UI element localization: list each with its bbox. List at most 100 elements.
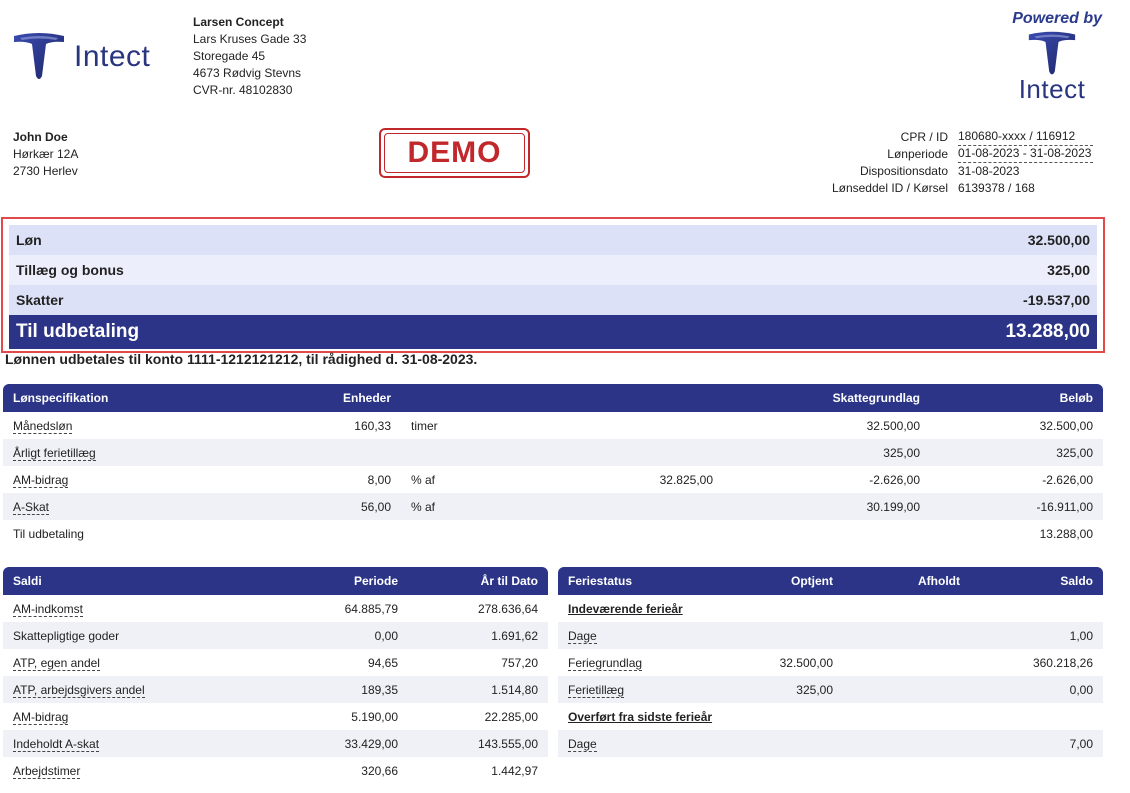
ytd-cell: 1.442,97 xyxy=(491,763,538,778)
ytd-cell: 757,20 xyxy=(501,655,538,670)
company-address-line: Storegade 45 xyxy=(193,49,266,63)
line-item-label: Til udbetaling xyxy=(13,526,84,541)
balance-item-link[interactable]: Arbejdstimer xyxy=(13,763,81,779)
employee-city: 2730 Herlev xyxy=(13,164,78,178)
basis-cell xyxy=(461,412,723,439)
table-row: ATP, arbejdsgivers andel 189,35 1.514,80 xyxy=(3,676,548,703)
col-header: Periode xyxy=(263,567,408,595)
taken-cell xyxy=(843,622,970,649)
summary-row: Tillæg og bonus 325,00 xyxy=(9,255,1097,285)
meta-row: CPR / ID 180680-xxxx / 116912 xyxy=(798,129,1093,146)
holiday-item-link[interactable]: Feriegrundlag xyxy=(568,655,643,671)
balance-item-link[interactable]: Indeholdt A-skat xyxy=(13,736,100,752)
demo-stamp-text: DEMO xyxy=(384,133,525,173)
amount-cell: -16.911,00 xyxy=(930,493,1103,520)
summary-label: Tillæg og bonus xyxy=(16,262,124,278)
powered-by-wordmark: Intect xyxy=(1018,74,1086,104)
taken-cell xyxy=(843,649,970,676)
summary-row: Skatter -19.537,00 xyxy=(9,285,1097,315)
ytd-cell: 143.555,00 xyxy=(408,730,548,757)
line-item-link[interactable]: AM-bidrag xyxy=(13,472,69,488)
company-city: 4673 Rødvig Stevns xyxy=(193,66,302,80)
unit-type-cell: % af xyxy=(411,472,436,487)
balance-cell: 0,00 xyxy=(970,676,1103,703)
intect-logo-icon xyxy=(14,33,64,79)
tax-basis-cell: 325,00 xyxy=(723,439,930,466)
intect-logo-icon xyxy=(1028,31,1076,75)
col-header: Skattegrundlag xyxy=(723,384,930,412)
unit-type-cell xyxy=(401,520,461,547)
table-row: AM-bidrag 5.190,00 22.285,00 xyxy=(3,703,548,730)
balance-cell: 7,00 xyxy=(970,730,1103,757)
company-address: Larsen Concept Lars Kruses Gade 33 Store… xyxy=(193,14,306,99)
employee-address: John Doe Hørkær 12A 2730 Herlev xyxy=(13,129,78,180)
demo-stamp: DEMO xyxy=(379,128,530,178)
meta-value-link[interactable]: 180680-xxxx / 116912 xyxy=(958,129,1093,146)
holiday-item-link[interactable]: Dage xyxy=(568,736,597,752)
table-row: AM-bidrag 8,00 % af 32.825,00 -2.626,00 … xyxy=(3,466,1103,493)
line-item-link[interactable]: Årligt ferietillæg xyxy=(13,445,96,461)
holiday-item-link[interactable]: Ferietillæg xyxy=(568,682,625,698)
amount-cell: -2.626,00 xyxy=(1042,472,1093,487)
col-header-spacer xyxy=(401,384,461,412)
balance-item-link[interactable]: ATP, arbejdsgivers andel xyxy=(13,682,145,698)
amount-cell: 325,00 xyxy=(930,439,1103,466)
period-cell: 64.885,79 xyxy=(344,601,398,616)
col-header: Enheder xyxy=(223,384,401,412)
table-row: Indeholdt A-skat 33.429,00 143.555,00 xyxy=(3,730,548,757)
period-cell: 320,66 xyxy=(361,763,398,778)
table-row: ATP, egen andel 94,65 757,20 xyxy=(3,649,548,676)
meta-row: Dispositionsdato 31-08-2023 xyxy=(798,163,1093,180)
units-cell: 8,00 xyxy=(367,472,391,487)
company-address-line: Lars Kruses Gade 33 xyxy=(193,32,307,46)
line-item-link[interactable]: Månedsløn xyxy=(13,418,73,434)
col-header: Afholdt xyxy=(843,567,970,595)
logo-wordmark: Intect xyxy=(74,40,151,73)
unit-type-cell: % af xyxy=(401,493,461,520)
summary-value: 325,00 xyxy=(1047,262,1090,278)
summary-label: Skatter xyxy=(16,292,64,308)
taken-cell xyxy=(843,676,970,703)
line-item-link[interactable]: A-Skat xyxy=(13,499,50,515)
col-header-spacer xyxy=(461,384,723,412)
units-cell xyxy=(223,520,401,547)
meta-value-link[interactable]: 01-08-2023 - 31-08-2023 xyxy=(958,146,1093,163)
meta-value: 6139378 / 168 xyxy=(958,181,1035,195)
intect-logo: Intect xyxy=(12,32,150,82)
summary-label: Løn xyxy=(16,232,42,248)
units-cell: 56,00 xyxy=(223,493,401,520)
meta-value: 31-08-2023 xyxy=(958,164,1020,178)
period-cell: 33.429,00 xyxy=(263,730,408,757)
meta-label: Lønperiode xyxy=(887,147,948,161)
earned-cell xyxy=(718,622,843,649)
balance-cell: 360.218,26 xyxy=(1032,655,1093,670)
col-header: År til Dato xyxy=(408,567,548,595)
powered-by-logo: Powered by Intect xyxy=(1002,10,1102,105)
balance-item-link[interactable]: ATP, egen andel xyxy=(13,655,100,671)
summary-total-value: 13.288,00 xyxy=(1005,321,1090,342)
ytd-cell: 22.285,00 xyxy=(484,709,538,724)
table-row: Årligt ferietillæg 325,00 325,00 xyxy=(3,439,1103,466)
unit-type-cell xyxy=(401,439,461,466)
table-row-total: Til udbetaling 13.288,00 xyxy=(3,520,1103,547)
basis-cell xyxy=(461,493,723,520)
ytd-cell: 278.636,64 xyxy=(477,601,538,616)
salary-spec-table: Lønspecifikation Enheder Skattegrundlag … xyxy=(3,384,1103,547)
earned-cell: 325,00 xyxy=(718,676,843,703)
holiday-item-link[interactable]: Dage xyxy=(568,628,597,644)
table-row: Feriegrundlag 32.500,00 360.218,26 xyxy=(558,649,1103,676)
basis-cell xyxy=(461,439,723,466)
period-cell: 189,35 xyxy=(263,676,408,703)
col-header: Beløb xyxy=(930,384,1103,412)
section-row: Overført fra sidste ferieår xyxy=(558,703,1103,730)
amount-cell: 32.500,00 xyxy=(1039,418,1093,433)
col-header: Lønspecifikation xyxy=(3,384,223,412)
period-cell: 94,65 xyxy=(367,655,398,670)
basis-cell: 32.825,00 xyxy=(659,472,713,487)
balance-item-link[interactable]: AM-bidrag xyxy=(13,709,69,725)
powered-by-label: Powered by xyxy=(1012,10,1102,27)
balance-item-link[interactable]: AM-indkomst xyxy=(13,601,84,617)
basis-cell xyxy=(461,520,723,547)
amount-cell: 13.288,00 xyxy=(1039,526,1093,541)
units-cell xyxy=(223,439,401,466)
